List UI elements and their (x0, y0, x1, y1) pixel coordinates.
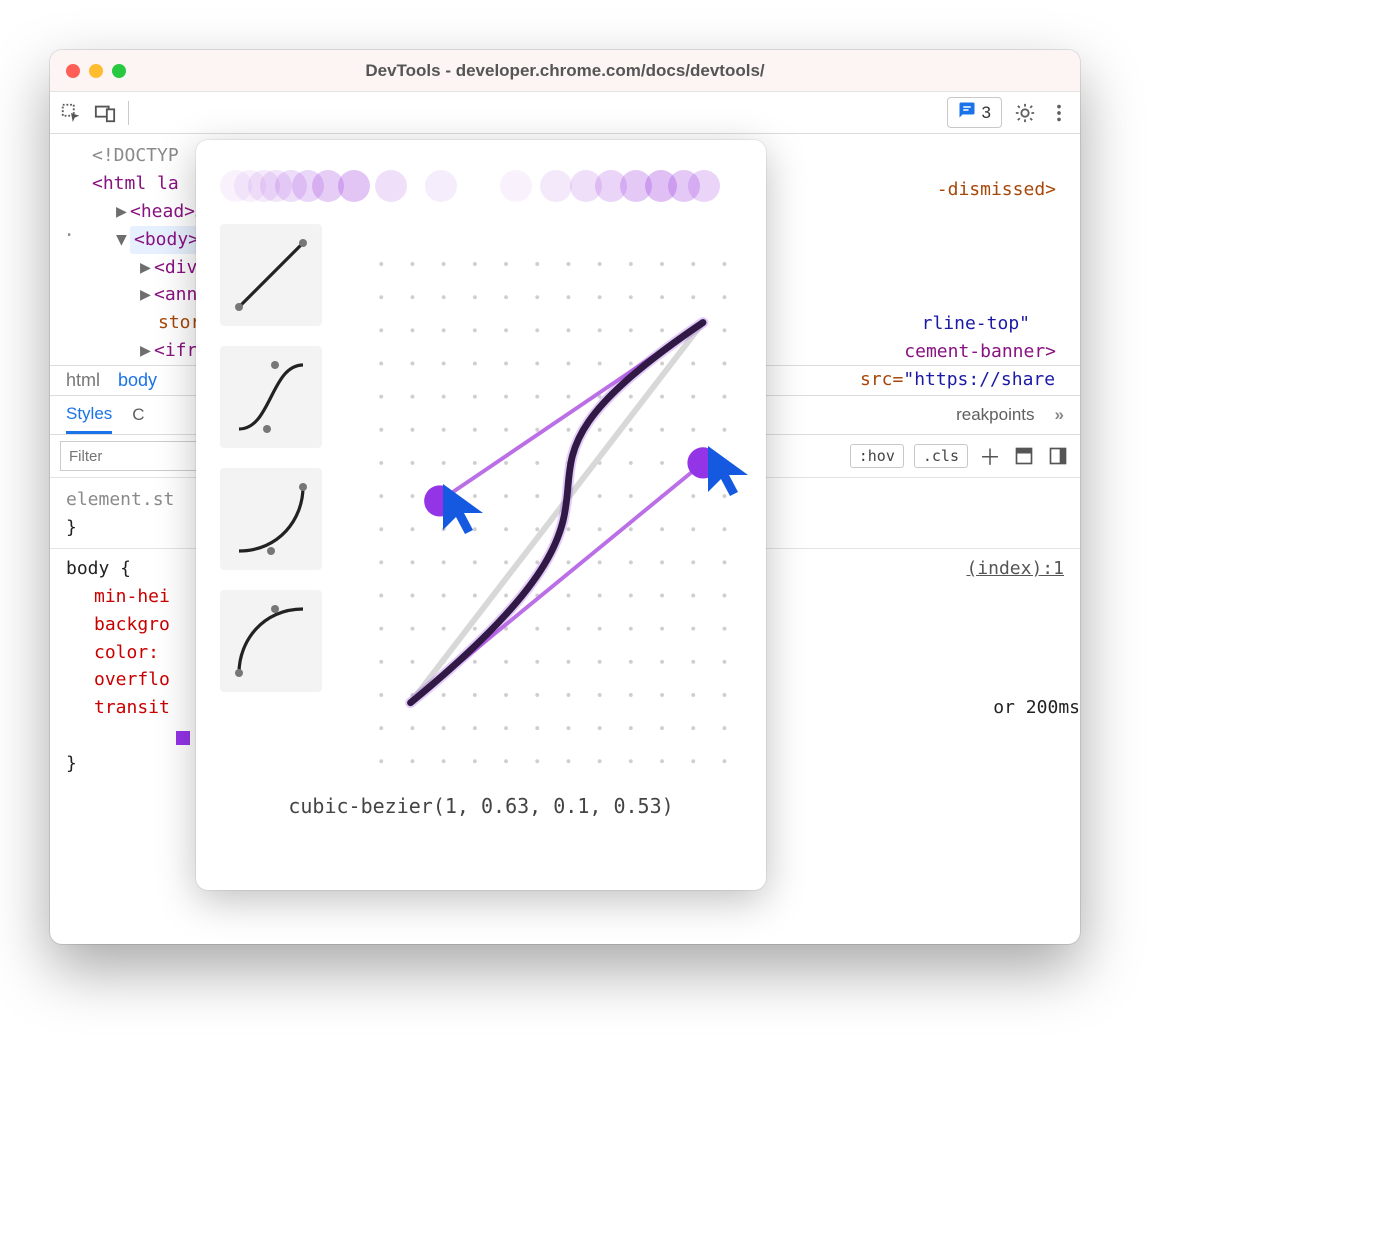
preset-ease-in[interactable] (220, 468, 322, 570)
issues-counter[interactable]: 3 (947, 97, 1002, 128)
devtools-toolbar: 3 (50, 92, 1080, 134)
easing-swatch-icon[interactable] (176, 731, 190, 745)
preset-ease-in-out[interactable] (220, 346, 322, 448)
tab-computed-initial[interactable]: C (132, 405, 144, 425)
attr-dismissed: -dismissed> (937, 176, 1056, 204)
tab-styles[interactable]: Styles (66, 396, 112, 434)
hov-toggle[interactable]: :hov (850, 444, 904, 468)
preset-linear[interactable] (220, 224, 322, 326)
rule-source-link[interactable]: (index):1 (966, 555, 1064, 583)
device-toolbar-icon[interactable] (94, 102, 116, 124)
tab-dom-breakpoints-tail[interactable]: reakpoints (956, 405, 1034, 425)
easing-presets (220, 218, 328, 778)
bezier-handle-p1[interactable] (687, 447, 718, 478)
toggle-sidebar-icon[interactable] (1046, 444, 1070, 468)
issues-icon (958, 101, 976, 124)
titlebar: DevTools - developer.chrome.com/docs/dev… (50, 50, 1080, 92)
devtools-window: DevTools - developer.chrome.com/docs/dev… (50, 50, 1080, 944)
bezier-curve-editor[interactable] (352, 218, 742, 778)
computed-styles-icon[interactable] (1012, 444, 1036, 468)
traffic-lights (66, 64, 126, 78)
preset-ease-out[interactable] (220, 590, 322, 692)
content-area: <!DOCTYP <html la ▶<head>… ▼<body> == $0… (50, 134, 1080, 944)
cubic-bezier-editor[interactable]: cubic-bezier(1, 0.63, 0.1, 0.53) (196, 140, 766, 890)
issues-count: 3 (982, 103, 991, 123)
bezier-value-label: cubic-bezier(1, 0.63, 0.1, 0.53) (220, 794, 742, 818)
new-style-rule-icon[interactable]: ＋ (978, 444, 1002, 468)
minimize-window-icon[interactable] (89, 64, 103, 78)
crumb-html[interactable]: html (66, 370, 100, 391)
close-window-icon[interactable] (66, 64, 80, 78)
crumb-body[interactable]: body (118, 370, 157, 391)
attr-cement-banner: cement-banner> (904, 338, 1056, 366)
attr-rline-top: rline-top" (922, 310, 1030, 338)
cls-toggle[interactable]: .cls (914, 444, 968, 468)
window-title: DevTools - developer.chrome.com/docs/dev… (126, 61, 1004, 81)
inspect-element-icon[interactable] (60, 102, 82, 124)
more-options-icon[interactable] (1048, 102, 1070, 124)
zoom-window-icon[interactable] (112, 64, 126, 78)
tabs-overflow-icon[interactable]: » (1055, 405, 1064, 425)
easing-preview-track (220, 160, 742, 210)
settings-gear-icon[interactable] (1014, 102, 1036, 124)
attr-src: src="https://share (860, 366, 1080, 394)
bezier-handle-p2[interactable] (424, 485, 455, 516)
